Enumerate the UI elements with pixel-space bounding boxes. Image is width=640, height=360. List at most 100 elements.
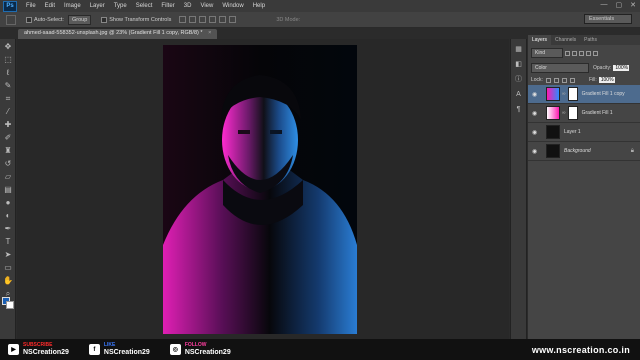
layer-row[interactable]: ◉ ∞ Gradient Fill 1 xyxy=(528,104,640,123)
lasso-icon[interactable]: ℓ xyxy=(2,68,14,78)
document-tab-title: ahmed-saad-558352-unsplash.jpg @ 23% (Gr… xyxy=(24,30,203,36)
menu-filter[interactable]: Filter xyxy=(161,3,174,9)
eraser-icon[interactable]: ▱ xyxy=(2,172,14,182)
lock-position-icon[interactable] xyxy=(561,77,567,83)
layer-row[interactable]: ◉ Background 🔒︎ xyxy=(528,142,640,161)
align-center-icon[interactable] xyxy=(219,16,227,23)
website-url[interactable]: www.nscreation.co.in xyxy=(532,345,630,355)
layer-row[interactable]: ◉ ∞ Gradient Fill 1 copy xyxy=(528,85,640,104)
align-middle-icon[interactable] xyxy=(189,16,197,23)
lock-image-icon[interactable] xyxy=(553,77,559,83)
layer-mask-thumbnail[interactable] xyxy=(567,106,578,120)
type-icon[interactable]: T xyxy=(2,237,14,247)
eyedropper-icon[interactable]: ⁄ xyxy=(2,107,14,117)
shape-filter-icon[interactable] xyxy=(586,50,591,56)
instagram-label: FOLLOW xyxy=(184,342,207,348)
link-icon[interactable]: ∞ xyxy=(562,91,566,97)
menu-view[interactable]: View xyxy=(200,3,213,9)
blur-icon[interactable]: ● xyxy=(2,198,14,208)
type-filter-icon[interactable] xyxy=(579,50,584,56)
show-transform-checkbox[interactable] xyxy=(101,16,108,23)
quick-select-icon[interactable]: ✎ xyxy=(2,81,14,91)
dodge-icon[interactable]: ◐ xyxy=(2,211,14,221)
menu-layer[interactable]: Layer xyxy=(90,3,105,9)
lock-all-icon[interactable] xyxy=(569,77,575,83)
align-left-icon[interactable] xyxy=(209,16,217,23)
youtube-icon: ▶ xyxy=(8,344,19,355)
character-panel-icon[interactable]: A xyxy=(514,90,524,99)
document-canvas-image[interactable] xyxy=(163,45,357,334)
align-top-icon[interactable] xyxy=(179,16,187,23)
align-bottom-icon[interactable] xyxy=(199,16,207,23)
fill-input[interactable]: 100% xyxy=(598,77,615,83)
pixel-filter-icon[interactable] xyxy=(565,50,570,56)
move-icon[interactable]: ✥ xyxy=(2,42,14,52)
filter-kind-dropdown[interactable]: Kind xyxy=(531,48,563,58)
menu-type[interactable]: Type xyxy=(114,3,127,9)
pen-icon[interactable]: ✒ xyxy=(2,224,14,234)
menu-select[interactable]: Select xyxy=(136,3,153,9)
workspace-dropdown[interactable]: Essentials xyxy=(584,14,632,24)
history-brush-icon[interactable]: ↺ xyxy=(2,159,14,169)
adjustment-filter-icon[interactable] xyxy=(572,50,577,56)
align-buttons xyxy=(179,16,237,23)
menu-edit[interactable]: Edit xyxy=(45,3,55,9)
eye-icon[interactable]: ◉ xyxy=(532,110,540,117)
menu-window[interactable]: Window xyxy=(222,3,243,9)
tab-layers[interactable]: Layers xyxy=(528,35,552,45)
layer-name[interactable]: Layer 1 xyxy=(564,129,581,135)
youtube-promo[interactable]: ▶ SUBSCRIBE NSCreation29 xyxy=(8,343,69,356)
tab-channels[interactable]: Channels xyxy=(551,35,580,45)
properties-panel-icon[interactable]: ◧ xyxy=(514,60,524,69)
auto-select-checkbox[interactable] xyxy=(26,16,32,23)
paragraph-panel-icon[interactable]: ¶ xyxy=(514,105,524,114)
align-right-icon[interactable] xyxy=(229,16,237,23)
clone-stamp-icon[interactable]: ♜ xyxy=(2,146,14,156)
menu-image[interactable]: Image xyxy=(64,3,81,9)
link-icon[interactable]: ∞ xyxy=(562,110,566,116)
blend-mode-dropdown[interactable]: Color xyxy=(531,63,589,73)
menu-3d[interactable]: 3D xyxy=(184,3,192,9)
layer-name[interactable]: Gradient Fill 1 xyxy=(582,110,613,116)
auto-select-dropdown[interactable]: Group xyxy=(67,14,92,25)
info-panel-icon[interactable]: ⓘ xyxy=(514,75,524,84)
facebook-promo[interactable]: f LIKE NSCreation29 xyxy=(88,342,150,356)
layer-thumbnail xyxy=(546,87,560,101)
history-panel-icon[interactable]: ▦ xyxy=(514,45,524,54)
maximize-button[interactable]: ▢ xyxy=(616,1,623,9)
layer-mask-thumbnail[interactable] xyxy=(567,87,578,101)
lock-transparent-icon[interactable] xyxy=(545,77,551,83)
minimize-button[interactable]: — xyxy=(601,1,608,9)
eye-icon[interactable]: ◉ xyxy=(532,129,540,136)
photoshop-window: Ps File Edit Image Layer Type Select Fil… xyxy=(0,0,640,360)
background-color-swatch[interactable] xyxy=(6,301,14,309)
menu-file[interactable]: File xyxy=(26,3,36,9)
window-controls: — ▢ ✕ xyxy=(601,1,637,9)
shape-icon[interactable]: ▭ xyxy=(2,263,14,273)
smart-object-filter-icon[interactable] xyxy=(593,50,598,56)
tab-paths[interactable]: Paths xyxy=(580,35,601,45)
close-button[interactable]: ✕ xyxy=(630,1,636,9)
layer-name[interactable]: Gradient Fill 1 copy xyxy=(582,91,625,97)
lock-row: Lock: Fill: 100% xyxy=(528,75,640,85)
gradient-icon[interactable]: ▤ xyxy=(2,185,14,195)
brush-icon[interactable]: ✐ xyxy=(2,133,14,143)
crop-icon[interactable]: ⌗ xyxy=(2,94,14,104)
healing-icon[interactable]: ✚ xyxy=(2,120,14,130)
document-tab[interactable]: ahmed-saad-558352-unsplash.jpg @ 23% (Gr… xyxy=(18,29,218,39)
instagram-promo[interactable]: ◎ FOLLOW NSCreation29 xyxy=(169,342,231,356)
canvas-area[interactable] xyxy=(17,39,509,339)
menu-help[interactable]: Help xyxy=(253,3,265,9)
hand-icon[interactable]: ✋ xyxy=(2,276,14,286)
layer-name[interactable]: Background xyxy=(564,148,591,154)
marquee-icon[interactable]: ⬚ xyxy=(2,55,14,65)
layer-row[interactable]: ◉ Layer 1 xyxy=(528,123,640,142)
move-tool-preset-icon[interactable] xyxy=(6,14,16,25)
fill-label: Fill: xyxy=(588,77,597,83)
path-select-icon[interactable]: ➤ xyxy=(2,250,14,260)
eye-icon[interactable]: ◉ xyxy=(532,148,540,155)
opacity-input[interactable]: 100% xyxy=(613,65,630,71)
facebook-label: LIKE xyxy=(103,342,116,348)
eye-icon[interactable]: ◉ xyxy=(532,91,540,98)
close-icon[interactable]: × xyxy=(208,30,211,36)
